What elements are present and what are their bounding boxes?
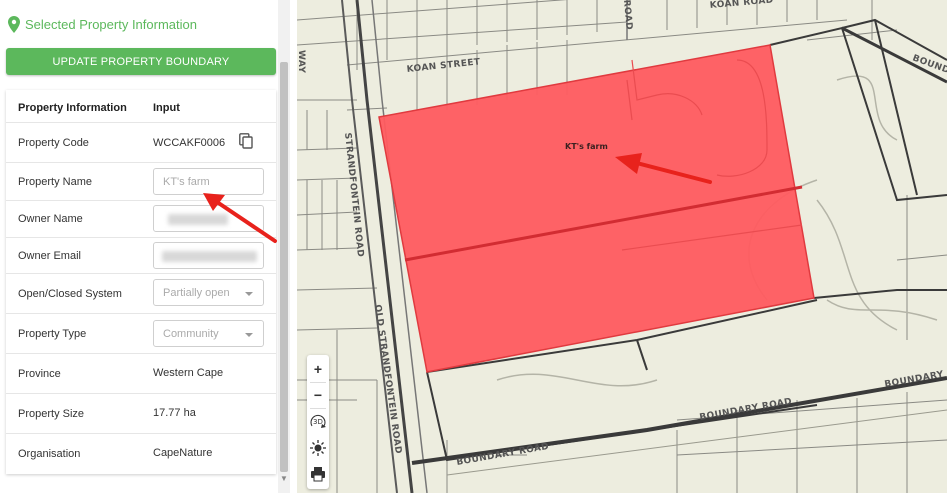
property-code-value: WCCAKF0006	[153, 137, 226, 149]
property-size-label: Property Size	[18, 408, 85, 420]
chevron-down-icon	[245, 333, 253, 337]
map-view[interactable]: KOAN STREET KOAN ROAD ROAD BOUND STRANDF…	[297, 0, 947, 493]
copy-icon[interactable]	[239, 133, 253, 149]
table-row-property-type: Property Type Community	[6, 314, 276, 354]
property-size-value: 17.77 ha	[153, 407, 196, 419]
owner-email-label: Owner Email	[18, 250, 81, 262]
print-icon	[311, 467, 325, 482]
owner-name-label: Owner Name	[18, 213, 83, 225]
table-header-row: Property Information Input	[6, 90, 276, 123]
open-closed-system-value: Partially open	[163, 287, 230, 299]
3d-label: 3D	[313, 418, 323, 426]
update-property-boundary-button[interactable]: UPDATE PROPERTY BOUNDARY	[6, 48, 276, 75]
province-value: Western Cape	[153, 367, 224, 379]
owner-email-redacted	[162, 251, 257, 262]
section-title-text: Selected Property Information	[25, 17, 197, 32]
open-closed-system-label: Open/Closed System	[18, 288, 122, 300]
panel-scrollbar-thumb[interactable]	[280, 62, 288, 472]
scroll-down-arrow-icon[interactable]: ▼	[279, 474, 289, 484]
print-button[interactable]	[307, 461, 329, 487]
sun-icon	[310, 440, 326, 456]
organisation-label: Organisation	[18, 448, 81, 460]
chevron-down-icon	[245, 292, 253, 296]
parcel-label-kts-farm: KT's farm	[565, 142, 608, 151]
organisation-value: CapeNature	[153, 447, 213, 459]
property-type-select[interactable]: Community	[153, 320, 264, 347]
province-label: Province	[18, 368, 61, 380]
table-row-open-closed-system: Open/Closed System Partially open	[6, 274, 276, 314]
property-info-table: Property Information Input Property Code…	[6, 90, 276, 474]
map-canvas[interactable]: KOAN STREET KOAN ROAD ROAD BOUND STRANDF…	[297, 0, 947, 493]
annotation-arrow-panel	[203, 193, 277, 243]
open-closed-system-select[interactable]: Partially open	[153, 279, 264, 306]
section-title: Selected Property Information	[8, 16, 197, 33]
property-type-label: Property Type	[18, 328, 87, 340]
zoom-in-button[interactable]: +	[307, 356, 329, 382]
location-pin-icon	[8, 16, 20, 33]
property-code-label: Property Code	[18, 137, 89, 149]
property-name-label: Property Name	[18, 176, 92, 188]
3d-rotate-icon: 3D	[310, 414, 326, 428]
road-label-way: WAY	[297, 50, 306, 73]
table-row-province: Province Western Cape	[6, 354, 276, 394]
sun-light-button[interactable]	[307, 435, 329, 461]
zoom-out-button[interactable]: −	[307, 382, 329, 408]
table-row-property-size: Property Size 17.77 ha	[6, 394, 276, 434]
map-controls: + − 3D	[307, 355, 329, 489]
3d-toggle-button[interactable]: 3D	[307, 409, 329, 435]
table-row-organisation: Organisation CapeNature	[6, 434, 276, 474]
table-row-property-code: Property Code WCCAKF0006	[6, 123, 276, 163]
header-property-information: Property Information	[18, 102, 127, 114]
header-input: Input	[153, 102, 180, 114]
property-type-value: Community	[163, 328, 219, 340]
